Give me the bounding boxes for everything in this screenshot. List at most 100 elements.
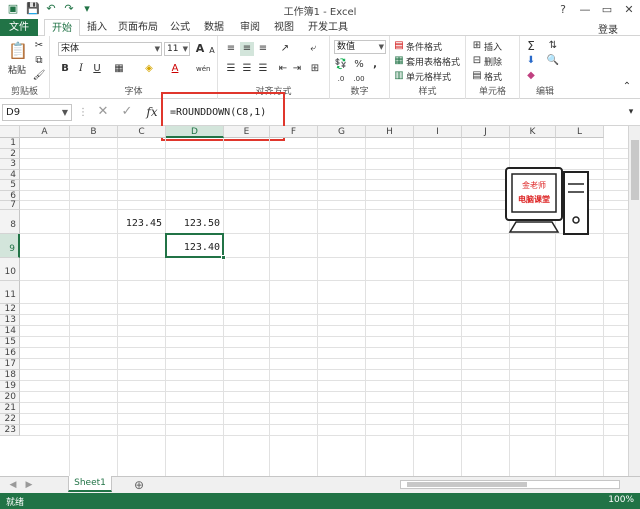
row-header-2[interactable]: 2 bbox=[0, 148, 20, 159]
find-select-icon[interactable]: 🔍 bbox=[546, 54, 560, 68]
tab-data[interactable]: 数据 bbox=[200, 19, 228, 36]
paste-button[interactable]: 粘贴 bbox=[8, 63, 26, 76]
paste-icon[interactable]: 📋 bbox=[8, 40, 28, 62]
insert-button[interactable]: 插入 bbox=[484, 40, 502, 53]
column-header-i[interactable]: I bbox=[414, 126, 462, 138]
format-painter-icon[interactable]: 🖌 bbox=[32, 69, 46, 83]
comma-button[interactable]: , bbox=[368, 58, 382, 72]
column-header-l[interactable]: L bbox=[556, 126, 604, 138]
column-header-a[interactable]: A bbox=[20, 126, 70, 138]
zoom-level[interactable]: 100% bbox=[608, 495, 634, 505]
tab-developer[interactable]: 开发工具 bbox=[306, 19, 350, 36]
conditional-format-button[interactable]: 条件格式 bbox=[406, 40, 442, 53]
column-header-j[interactable]: J bbox=[462, 126, 510, 138]
restore-button[interactable]: ▭ bbox=[596, 0, 618, 19]
horizontal-scroll-thumb[interactable] bbox=[407, 482, 527, 487]
row-header-17[interactable]: 17 bbox=[0, 359, 20, 370]
number-format-select[interactable]: 数值 ▼ bbox=[334, 40, 386, 54]
insert-function-icon[interactable]: fx bbox=[144, 105, 160, 119]
fill-icon[interactable]: ⬇ bbox=[524, 54, 538, 68]
font-size-select[interactable]: 11 ▼ bbox=[164, 42, 190, 56]
scroll-left-icon[interactable]: ◀ bbox=[6, 478, 20, 492]
row-header-16[interactable]: 16 bbox=[0, 348, 20, 359]
tab-home[interactable]: 开始 bbox=[44, 19, 80, 37]
fill-handle[interactable] bbox=[221, 255, 226, 260]
column-header-c[interactable]: C bbox=[118, 126, 166, 138]
format-button[interactable]: 格式 bbox=[484, 70, 502, 83]
fill-color-icon[interactable]: ◈ bbox=[142, 62, 156, 76]
clear-icon[interactable]: ◆ bbox=[524, 69, 538, 83]
percent-button[interactable]: % bbox=[352, 58, 366, 72]
row-header-15[interactable]: 15 bbox=[0, 337, 20, 348]
row-header-4[interactable]: 4 bbox=[0, 169, 20, 180]
wrap-text-icon[interactable]: ⤶ bbox=[306, 42, 320, 56]
cell-d8[interactable]: 123.50 bbox=[166, 210, 224, 234]
select-all-corner[interactable] bbox=[0, 126, 20, 138]
row-header-3[interactable]: 3 bbox=[0, 159, 20, 170]
font-color-icon[interactable]: A bbox=[168, 62, 182, 76]
collapse-ribbon-icon[interactable]: ⌃ bbox=[620, 80, 634, 94]
row-header-1[interactable]: 1 bbox=[0, 138, 20, 149]
cut-icon[interactable]: ✂ bbox=[32, 39, 46, 53]
autosum-button[interactable]: Σ bbox=[524, 39, 538, 53]
tab-review[interactable]: 审阅 bbox=[236, 19, 264, 36]
tab-insert[interactable]: 插入 bbox=[82, 19, 112, 36]
tab-page-layout[interactable]: 页面布局 bbox=[114, 19, 162, 36]
increase-indent-icon[interactable]: ⇥ bbox=[290, 62, 304, 76]
row-header-9[interactable]: 9 bbox=[0, 234, 20, 258]
row-header-13[interactable]: 13 bbox=[0, 315, 20, 326]
row-header-22[interactable]: 22 bbox=[0, 414, 20, 425]
sheet-tab[interactable]: Sheet1 bbox=[68, 476, 112, 492]
login-link[interactable]: 登录 bbox=[598, 21, 618, 36]
shrink-font-icon[interactable]: A bbox=[205, 44, 219, 58]
cell-style-button[interactable]: 单元格样式 bbox=[406, 70, 451, 83]
align-right-icon[interactable]: ☰ bbox=[256, 62, 270, 76]
row-header-20[interactable]: 20 bbox=[0, 392, 20, 403]
table-format-button[interactable]: 套用表格格式 bbox=[406, 55, 460, 68]
column-header-h[interactable]: H bbox=[366, 126, 414, 138]
tab-file[interactable]: 文件 bbox=[0, 19, 38, 36]
align-bottom-icon[interactable]: ≡ bbox=[256, 42, 270, 56]
add-sheet-button[interactable]: ⊕ bbox=[132, 478, 146, 492]
enter-icon[interactable]: ✓ bbox=[120, 105, 134, 119]
row-header-19[interactable]: 19 bbox=[0, 381, 20, 392]
column-header-b[interactable]: B bbox=[70, 126, 118, 138]
italic-button[interactable]: I bbox=[74, 62, 88, 76]
column-header-k[interactable]: K bbox=[510, 126, 556, 138]
cancel-icon[interactable]: ✕ bbox=[96, 105, 110, 119]
name-box[interactable]: D9 ▼ bbox=[2, 104, 72, 121]
merge-center-icon[interactable]: ⊞ bbox=[308, 62, 322, 76]
row-header-14[interactable]: 14 bbox=[0, 326, 20, 337]
row-header-11[interactable]: 11 bbox=[0, 281, 20, 304]
cell-c8[interactable]: 123.45 bbox=[118, 210, 166, 234]
font-name-select[interactable]: 宋体 ▼ bbox=[58, 42, 162, 56]
row-header-8[interactable]: 8 bbox=[0, 210, 20, 234]
row-header-12[interactable]: 12 bbox=[0, 304, 20, 315]
align-left-icon[interactable]: ☰ bbox=[224, 62, 238, 76]
orientation-icon[interactable]: ↗ bbox=[278, 42, 292, 56]
decrease-indent-icon[interactable]: ⇤ bbox=[276, 62, 290, 76]
horizontal-scrollbar[interactable] bbox=[400, 480, 620, 489]
expand-formula-icon[interactable]: ▾ bbox=[624, 105, 638, 119]
row-header-23[interactable]: 23 bbox=[0, 425, 20, 436]
phonetic-icon[interactable]: wén bbox=[196, 62, 210, 76]
align-top-icon[interactable]: ≡ bbox=[224, 42, 238, 56]
column-header-e[interactable]: E bbox=[224, 126, 270, 138]
column-header-g[interactable]: G bbox=[318, 126, 366, 138]
bold-button[interactable]: B bbox=[58, 62, 72, 76]
scroll-right-icon[interactable]: ▶ bbox=[22, 478, 36, 492]
minimize-button[interactable]: — bbox=[574, 0, 596, 19]
scroll-thumb[interactable] bbox=[631, 140, 639, 200]
vertical-scrollbar[interactable] bbox=[628, 126, 640, 476]
border-icon[interactable]: ▦ bbox=[112, 62, 126, 76]
row-header-21[interactable]: 21 bbox=[0, 403, 20, 414]
row-header-7[interactable]: 7 bbox=[0, 201, 20, 210]
help-button[interactable]: ? bbox=[552, 0, 574, 19]
tab-view[interactable]: 视图 bbox=[270, 19, 298, 36]
align-center-icon[interactable]: ☰ bbox=[240, 62, 254, 76]
column-header-f[interactable]: F bbox=[270, 126, 318, 138]
row-header-10[interactable]: 10 bbox=[0, 258, 20, 281]
currency-icon[interactable]: 💱 bbox=[334, 58, 348, 72]
sort-filter-icon[interactable]: ⇅ bbox=[546, 39, 560, 53]
delete-button[interactable]: 删除 bbox=[484, 55, 502, 68]
